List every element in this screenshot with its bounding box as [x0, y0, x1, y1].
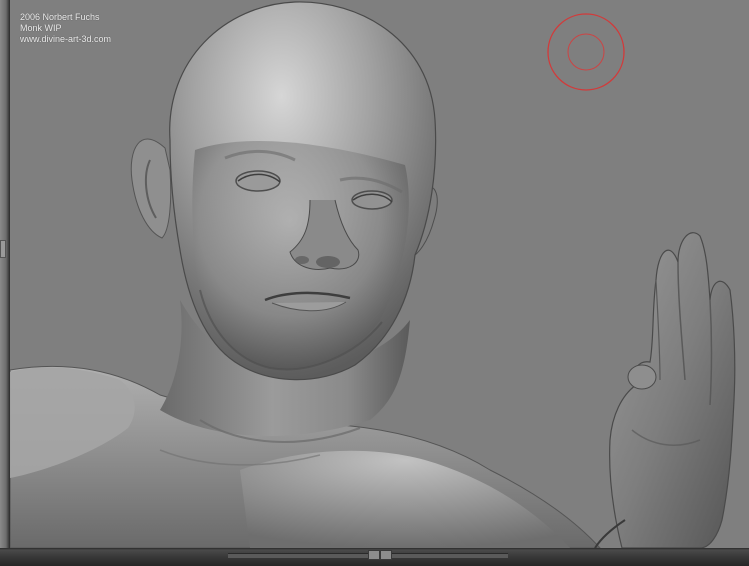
left-ear: [130, 138, 172, 239]
credits-line-2: Monk WIP: [20, 23, 62, 33]
credits-line-3: www.divine-art-3d.com: [20, 34, 112, 44]
sculpt-model[interactable]: [10, 0, 749, 548]
scroll-grip-left[interactable]: [368, 550, 380, 560]
bottom-scroll-bar[interactable]: [0, 548, 749, 566]
scroll-grip-right[interactable]: [380, 550, 392, 560]
thumb: [627, 364, 657, 390]
credits-line-1: 2006 Norbert Fuchs: [20, 12, 100, 22]
zbrush-document-window: 2006 Norbert Fuchs Monk WIP www.divine-a…: [0, 0, 749, 566]
circle-brush-icon: [547, 13, 625, 91]
canvas-viewport[interactable]: 2006 Norbert Fuchs Monk WIP www.divine-a…: [10, 0, 749, 548]
left-shelf-frame: [0, 0, 10, 548]
credits-text: 2006 Norbert Fuchs Monk WIP www.divine-a…: [20, 12, 111, 45]
left-collapse-handle[interactable]: [0, 240, 6, 258]
raised-hand: [609, 232, 736, 548]
